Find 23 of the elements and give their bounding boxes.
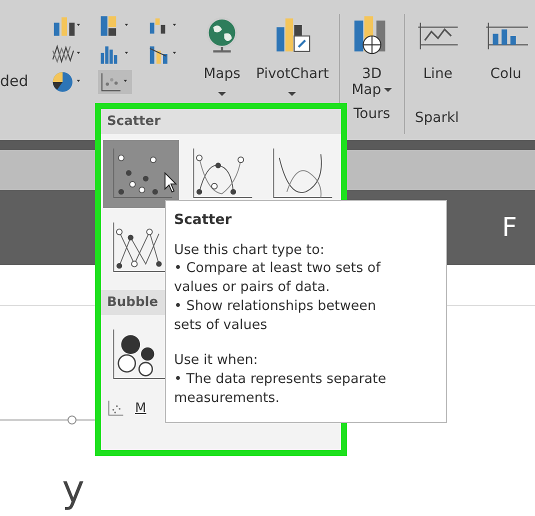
scatter-chart-icon (107, 399, 125, 417)
pivotchart-button[interactable]: PivotChart (256, 14, 329, 96)
more-charts-link[interactable]: M (135, 400, 146, 416)
dropdown-arrow-icon (288, 92, 296, 96)
maps-button[interactable]: Maps (200, 14, 244, 96)
chart-type-option[interactable] (103, 140, 179, 208)
line-sparkline-button[interactable]: Line (414, 14, 461, 102)
dropdown-arrow-icon (384, 88, 392, 92)
group-label: Sparkl (414, 110, 459, 126)
tooltip-text: Use this chart type to: (174, 240, 326, 260)
cursor-icon (164, 172, 178, 194)
tooltip-bullet: • The data represents separate measurements. (174, 370, 388, 408)
column-sparkline-button[interactable]: Colu (482, 14, 529, 102)
dropdown-arrow-icon (218, 92, 226, 96)
column-header: F (502, 212, 517, 242)
tooltip-title: Scatter (174, 211, 233, 230)
scatter-chart-icon[interactable] (98, 70, 132, 94)
cell-text: y (62, 470, 84, 508)
ribbon-label: ded (0, 72, 30, 90)
tooltip-text: Use it when: (174, 351, 259, 370)
3d-map-button[interactable]: 3D Map (350, 14, 394, 98)
group-label: Tours (354, 106, 390, 122)
section-header: Scatter (101, 109, 341, 134)
